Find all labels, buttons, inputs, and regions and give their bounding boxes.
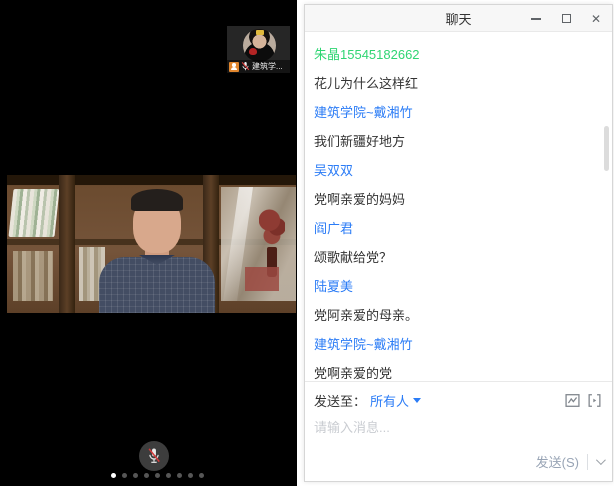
red-books	[245, 267, 279, 291]
message-text: 花儿为什么这样红	[314, 69, 602, 98]
chat-header: 聊天 ✕	[305, 5, 612, 32]
message-sender: 朱晶15545182662	[314, 40, 602, 69]
window-controls: ✕	[528, 5, 604, 32]
speaker-hair	[131, 189, 183, 211]
bookshelf-pillar	[59, 175, 75, 313]
send-row: 发送(S)	[536, 452, 603, 471]
send-options-chevron-icon[interactable]	[596, 455, 606, 465]
main-video-feed	[7, 175, 296, 313]
message-text: 我们新疆好地方	[314, 127, 602, 156]
send-to-dropdown[interactable]: 所有人	[370, 391, 421, 410]
divider	[587, 454, 588, 470]
avatar	[243, 29, 276, 62]
mic-muted-icon	[241, 61, 250, 72]
maximize-icon[interactable]	[558, 11, 574, 27]
message-text: 党阿亲爱的母亲。	[314, 301, 602, 330]
page-dot[interactable]	[199, 473, 204, 478]
bookshelf-books	[8, 189, 59, 237]
thumbnail-status-bar: 建筑学...	[227, 60, 290, 73]
message-input[interactable]	[305, 410, 612, 444]
page-dot[interactable]	[122, 473, 127, 478]
message-text: 党啊亲爱的党	[314, 359, 602, 381]
bookshelf-frame	[7, 175, 296, 185]
send-to-row: 发送至： 所有人	[305, 382, 612, 410]
send-to-value: 所有人	[370, 391, 409, 410]
mic-mute-button[interactable]	[139, 441, 169, 471]
send-to-label: 发送至：	[314, 391, 366, 410]
chevron-down-icon	[413, 398, 421, 403]
page-dot-active[interactable]	[111, 473, 116, 478]
page-dot[interactable]	[188, 473, 193, 478]
minimize-icon[interactable]	[528, 11, 544, 27]
mic-muted-icon	[145, 446, 163, 466]
page-indicator-dots[interactable]	[111, 473, 204, 478]
message-sender: 建筑学院~戴湘竹	[314, 330, 602, 359]
bookshelf-books	[13, 251, 53, 301]
chat-message-list[interactable]: 朱晶15545182662 花儿为什么这样红 建筑学院~戴湘竹 我们新疆好地方 …	[305, 33, 612, 381]
chat-composer: 发送至： 所有人 发送(S)	[305, 381, 612, 481]
close-icon[interactable]: ✕	[588, 11, 604, 27]
chat-window: 聊天 ✕ 朱晶15545182662 花儿为什么这样红 建筑学院~戴湘竹 我们新…	[304, 4, 613, 482]
page-dot[interactable]	[144, 473, 149, 478]
send-button[interactable]: 发送(S)	[536, 452, 579, 471]
message-text: 党啊亲爱的妈妈	[314, 185, 602, 214]
speaker-body	[99, 257, 215, 313]
participant-name-label: 建筑学...	[252, 61, 283, 72]
message-text: 颂歌献给党？	[314, 243, 602, 272]
participant-thumbnail[interactable]: 建筑学...	[227, 26, 290, 73]
video-stage: 建筑学...	[0, 0, 297, 486]
popout-panel-icon[interactable]	[587, 393, 602, 408]
message-sender: 建筑学院~戴湘竹	[314, 98, 602, 127]
avatar-hairclip	[256, 30, 264, 35]
page-dot[interactable]	[166, 473, 171, 478]
message-sender: 吴双双	[314, 156, 602, 185]
member-badge-icon	[229, 62, 239, 72]
page-dot[interactable]	[155, 473, 160, 478]
scrollbar-thumb[interactable]	[604, 126, 609, 171]
page-dot[interactable]	[133, 473, 138, 478]
chat-title: 聊天	[445, 9, 471, 28]
message-sender: 陆夏美	[314, 272, 602, 301]
avatar-red-glass	[249, 48, 257, 55]
dried-flowers	[259, 207, 285, 251]
message-sender: 阎广君	[314, 214, 602, 243]
page-dot[interactable]	[177, 473, 182, 478]
screenshot-icon[interactable]	[565, 393, 580, 408]
